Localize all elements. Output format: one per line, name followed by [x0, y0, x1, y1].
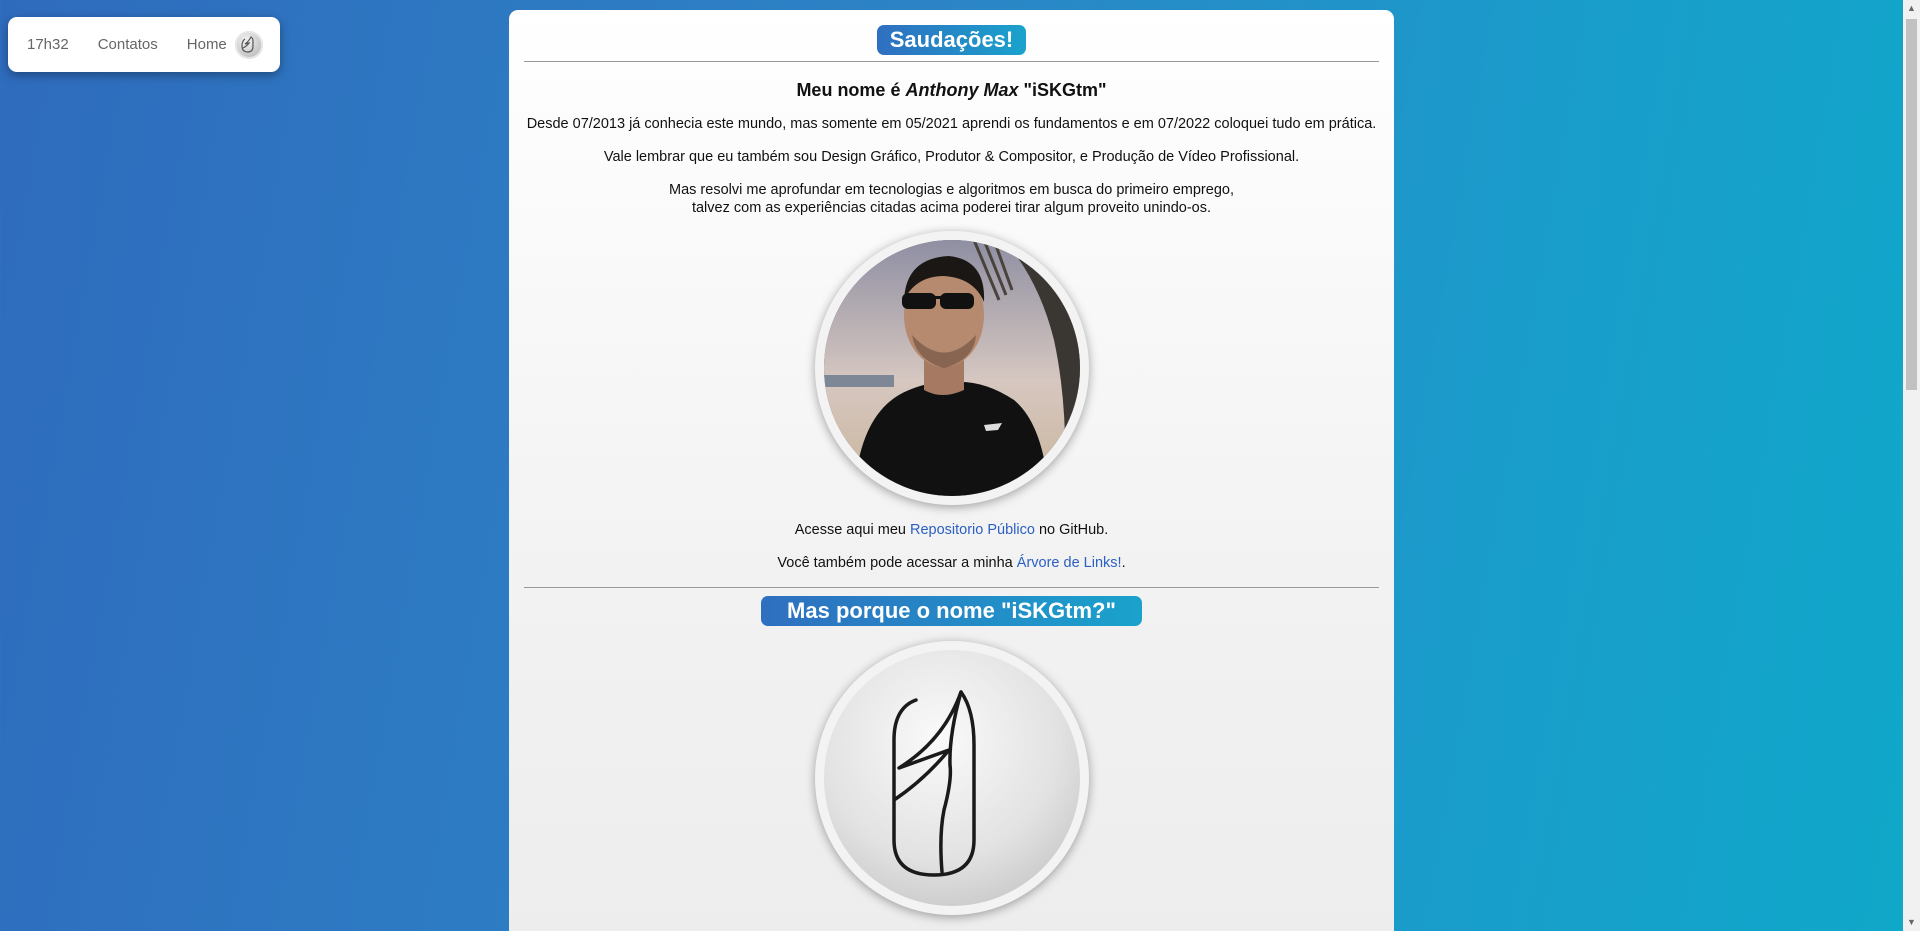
- link-tree-link[interactable]: Árvore de Links!: [1017, 555, 1122, 571]
- page-scrollbar[interactable]: ▲ ▼: [1903, 0, 1920, 931]
- divider: [524, 61, 1379, 62]
- bio-paragraph-2: Vale lembrar que eu também sou Design Gr…: [603, 149, 1300, 165]
- tree-suffix: .: [1121, 555, 1126, 571]
- main-card: Saudações! Meu nome é Anthony Max "iSKGt…: [509, 10, 1394, 931]
- feather-logo-icon: [234, 30, 263, 59]
- bio-paragraph-3-line-2: talvez com as experiências citadas acima…: [691, 200, 1212, 216]
- bio-paragraph-3-line-1: Mas resolvi me aprofundar em tecnologias…: [669, 182, 1234, 198]
- repo-line: Acesse aqui meu Repositorio Público no G…: [524, 521, 1379, 539]
- tree-prefix: Você também pode acessar a minha: [777, 555, 1017, 571]
- brand-logo-frame: [814, 641, 1089, 915]
- top-nav: 17h32 Contatos Home: [8, 17, 280, 72]
- scroll-down-arrow-icon[interactable]: ▼: [1903, 914, 1920, 931]
- intro-name: Anthony Max: [905, 80, 1019, 100]
- bio-paragraph-3: Mas resolvi me aprofundar em tecnologias…: [524, 181, 1379, 217]
- divider: [524, 587, 1379, 588]
- brand-logo: [823, 650, 1080, 906]
- profile-photo: [823, 240, 1080, 496]
- bio-paragraph-1: Desde 07/2013 já conhecia este mundo, ma…: [526, 116, 1377, 132]
- nav-home-link[interactable]: Home: [186, 30, 263, 59]
- nav-time[interactable]: 17h32: [27, 36, 69, 53]
- repo-prefix: Acesse aqui meu: [794, 522, 910, 538]
- feather-logo-icon: [891, 690, 976, 877]
- intro-suffix: "iSKGtm": [1018, 80, 1107, 100]
- intro-prefix: Meu nome é: [796, 80, 906, 100]
- nav-contacts-link[interactable]: Contatos: [98, 36, 158, 53]
- greeting-heading: Saudações!: [876, 25, 1027, 55]
- intro-heading: Meu nome é Anthony Max "iSKGtm": [524, 80, 1379, 101]
- link-tree-line: Você também pode acessar a minha Árvore …: [524, 554, 1379, 572]
- scroll-up-arrow-icon[interactable]: ▲: [1903, 0, 1920, 17]
- name-origin-heading: Mas porque o nome "iSKGtm?": [761, 596, 1142, 626]
- scroll-thumb[interactable]: [1906, 19, 1917, 390]
- repo-suffix: no GitHub.: [1034, 522, 1109, 538]
- github-repo-link[interactable]: Repositorio Público: [910, 522, 1035, 538]
- profile-photo-frame: [814, 231, 1089, 505]
- nav-home-label: Home: [186, 36, 227, 53]
